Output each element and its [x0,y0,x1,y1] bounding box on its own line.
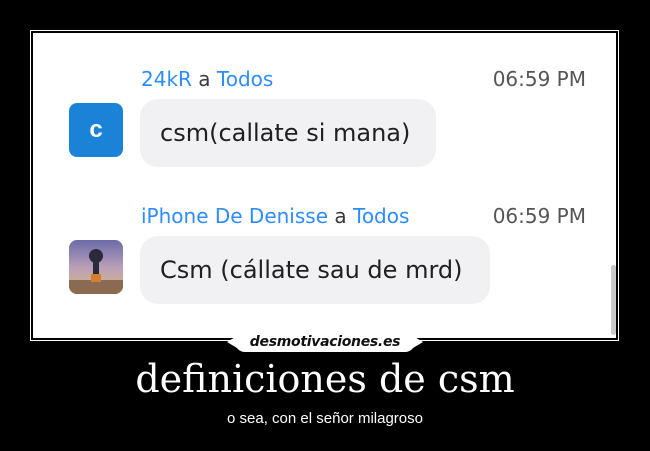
site-watermark: desmotivaciones.es [227,332,423,352]
avatar-letter: c [89,116,103,143]
recipient-connector: a [198,67,211,91]
recipient-name[interactable]: Todos [353,204,409,228]
scrollbar[interactable] [611,265,616,335]
sender-name[interactable]: iPhone De Denisse [141,204,328,228]
recipient-name[interactable]: Todos [217,67,273,91]
message-time: 06:59 PM [492,67,586,91]
message-header: iPhone De Denisse a Todos 06:59 PM [141,203,586,229]
poster-title: definiciones de csm [135,357,515,401]
message-bubble[interactable]: csm(callate si mana) [140,99,436,167]
avatar-photo [69,240,123,294]
chat-screenshot: 24kR a Todos 06:59 PM c csm(callate si m… [33,33,616,338]
photo-avatar-icon[interactable] [69,240,123,294]
letter-avatar-icon[interactable]: c [69,103,123,157]
message-bubble[interactable]: Csm (cállate sau de mrd) [140,236,490,304]
poster-subtitle: o sea, con el señor milagroso [227,410,423,427]
sender-line: iPhone De Denisse a Todos [141,204,409,228]
recipient-connector: a [334,204,347,228]
message-text: csm(callate si mana) [160,119,411,147]
message-text: Csm (cállate sau de mrd) [160,256,463,284]
message-time: 06:59 PM [492,204,586,228]
sender-name[interactable]: 24kR [141,67,192,91]
sender-line: 24kR a Todos [141,67,273,91]
message-header: 24kR a Todos 06:59 PM [141,66,586,92]
